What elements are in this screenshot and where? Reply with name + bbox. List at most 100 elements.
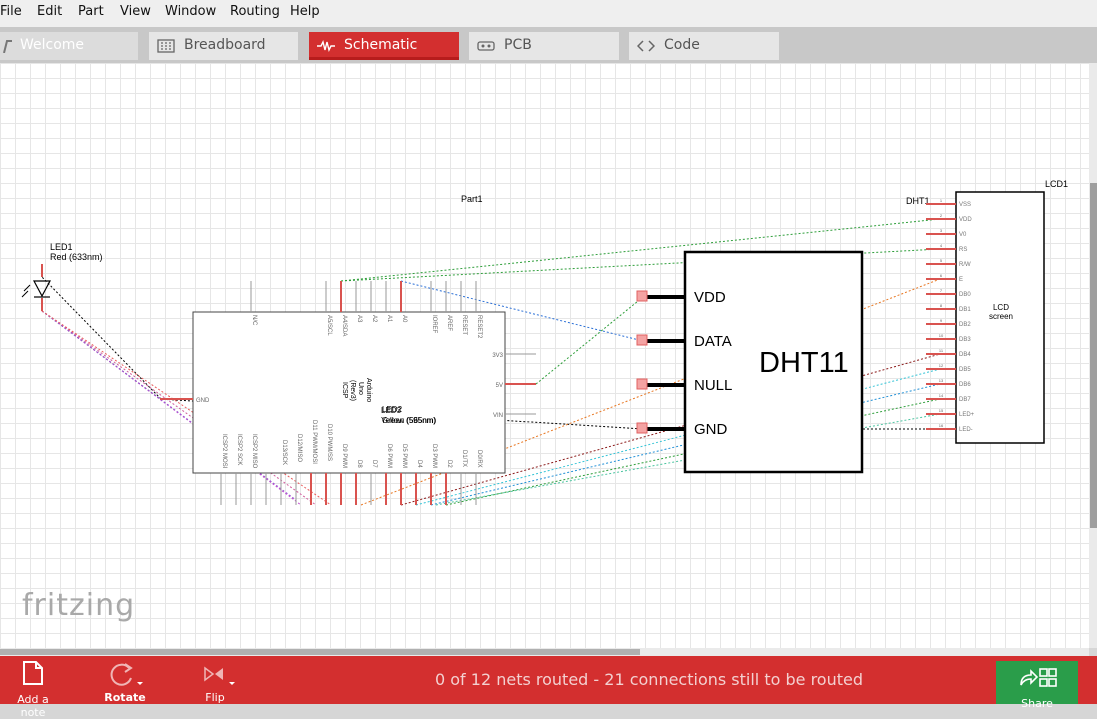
pin-d1: D1/TX — [461, 450, 467, 467]
tab-welcome[interactable]: Welcome — [0, 32, 138, 60]
pin-3v3: 3V3 — [492, 353, 503, 359]
tab-code[interactable]: Code — [629, 32, 779, 60]
lcd-pin-number: 15 — [939, 408, 944, 413]
schematic-icon — [317, 39, 335, 53]
lcd-pin-number: 5 — [940, 258, 943, 263]
pin-d7: D7 — [371, 460, 377, 468]
lcd-pin-number: 2 — [940, 213, 943, 218]
arduino-name-3: (Rev3) — [349, 380, 356, 401]
menu-file[interactable]: File — [0, 4, 22, 19]
lcd-pin-label: E — [959, 277, 963, 283]
led2-desc: Green (565nm) — [382, 416, 437, 425]
tab-code-label: Code — [664, 37, 700, 53]
lcd-pin-number: 4 — [940, 243, 943, 248]
arduino-uno-symbol[interactable]: N/C A5/SCL A4/SDA A3 A2 A1 A0 IOREF AREF… — [160, 281, 536, 505]
add-note-label: Add a note — [17, 693, 49, 719]
lcd-pin-number: 6 — [940, 273, 943, 278]
led1-id: LED1 — [50, 242, 73, 252]
lcd-pin-label: RS — [959, 247, 967, 253]
lcd-pin-label: DB4 — [959, 352, 971, 358]
lcd-pin-label: DB0 — [959, 292, 971, 298]
routing-status: 0 of 12 nets routed - 21 connections sti… — [435, 670, 863, 689]
breadboard-icon — [157, 39, 175, 53]
tab-breadboard[interactable]: Breadboard — [149, 32, 298, 60]
lcd-pin-label: DB5 — [959, 367, 971, 373]
lcd-title-2: screen — [989, 312, 1013, 321]
pin-d3: D3 PWM — [431, 444, 437, 468]
led1-desc: Red (633nm) — [50, 252, 103, 262]
pin-d6: D6 PWM — [386, 444, 392, 468]
pin-d5: D5 PWM — [401, 444, 407, 468]
tab-pcb-label: PCB — [504, 37, 532, 53]
dht11-symbol[interactable]: VDD DATA NULL GND DHT11 DHT1 — [636, 196, 930, 474]
lcd-pin-number: 11 — [939, 348, 944, 353]
led1-symbol[interactable]: LED1 Red (633nm) — [21, 242, 103, 311]
pin-nc: N/C — [251, 315, 257, 326]
flip-label: Flip — [205, 691, 225, 704]
view-tab-bar: Welcome Breadboard Schematic PCB Code — [0, 27, 1097, 63]
pin-a2: A2 — [371, 315, 377, 323]
tab-breadboard-label: Breadboard — [184, 37, 266, 53]
menu-part[interactable]: Part — [78, 4, 104, 19]
vertical-scrollbar[interactable] — [1089, 63, 1097, 648]
menu-edit[interactable]: Edit — [37, 4, 62, 19]
pin-a4: A4/SDA — [341, 315, 347, 336]
rotate-label: Rotate — [104, 691, 146, 704]
menu-help[interactable]: Help — [290, 4, 320, 19]
pin-d9: D9 PWM — [341, 444, 347, 468]
rotate-icon — [110, 663, 143, 686]
arduino-name-4: ICSP — [341, 382, 348, 399]
pin-reset2: RESET2 — [476, 315, 482, 339]
lcd-pin-label: DB2 — [959, 322, 971, 328]
menu-view[interactable]: View — [120, 4, 151, 19]
dht-pin-gnd: GND — [694, 421, 728, 438]
menu-routing[interactable]: Routing — [230, 4, 280, 19]
lcd-pin-label: VSS — [959, 202, 971, 208]
lcd-pin-number: 16 — [939, 423, 944, 428]
fritzing-f-icon — [3, 40, 12, 53]
dht-pin-null: NULL — [694, 377, 732, 394]
dht-pin-data: DATA — [694, 333, 732, 350]
pin-d10: D10 PWM/SS — [326, 424, 332, 461]
menu-window[interactable]: Window — [165, 4, 216, 19]
pin-a3: A3 — [356, 315, 362, 323]
tab-schematic[interactable]: Schematic — [309, 32, 459, 60]
horizontal-scroll-thumb[interactable] — [0, 649, 640, 655]
tab-schematic-label: Schematic — [344, 37, 418, 53]
pin-d8: D8 — [356, 460, 362, 468]
lcd-pin-label: V0 — [959, 232, 967, 238]
vertical-scroll-thumb[interactable] — [1090, 183, 1097, 528]
arduino-name-1: Arduino — [365, 378, 372, 402]
lcd-pin-label: LED+ — [959, 412, 975, 418]
flip-button[interactable]: Flip — [190, 660, 240, 704]
lcd-pin-label: VDD — [959, 217, 972, 223]
lcd-pin-label: DB7 — [959, 397, 971, 403]
tab-pcb[interactable]: PCB — [469, 32, 619, 60]
pin-icsp2-mosi: ICSP2 MOSI — [221, 434, 227, 469]
lcd-pin-label: R/W — [959, 262, 971, 268]
pin-aref: AREF — [446, 315, 452, 331]
schematic-canvas[interactable]: Part1 LED1 Red (633nm) N/C A5/SCL A4/SDA… — [0, 63, 1089, 648]
led2-id: LED2 — [382, 405, 403, 414]
pin-icsp2-sck: ICSP2 SCK — [236, 434, 242, 465]
share-button[interactable]: Share — [996, 661, 1078, 710]
lcd-pin-number: 9 — [940, 318, 943, 323]
pin-5v: 5V — [496, 383, 503, 389]
lcd-pin-label: LED- — [959, 427, 973, 433]
share-icon — [1020, 668, 1057, 687]
arduino-name-2: Uno — [357, 382, 364, 395]
pin-reset: RESET — [461, 315, 467, 335]
pin-d4: D4 — [416, 460, 422, 468]
rotate-button[interactable]: Rotate — [100, 660, 150, 704]
horizontal-scrollbar[interactable] — [0, 648, 1089, 656]
lcd-symbol[interactable]: LCD1 LCD screen 1 VSS 2 VDD 3 V0 4 RS 5 R/W 6 E 7 DB0… — [926, 179, 1068, 444]
lcd-pin-number: 14 — [939, 393, 944, 398]
lcd-pin-label: DB3 — [959, 337, 971, 343]
pin-icsp2-miso: ICSP2 MISO — [251, 434, 257, 469]
dht-pin-vdd: VDD — [694, 289, 726, 306]
code-icon — [637, 40, 655, 52]
pin-a0: A0 — [401, 315, 407, 323]
add-note-button[interactable]: Add a note — [4, 660, 62, 719]
menu-bar: File Edit Part View Window Routing Help — [0, 0, 1097, 28]
pin-d2: D2 — [446, 460, 452, 468]
